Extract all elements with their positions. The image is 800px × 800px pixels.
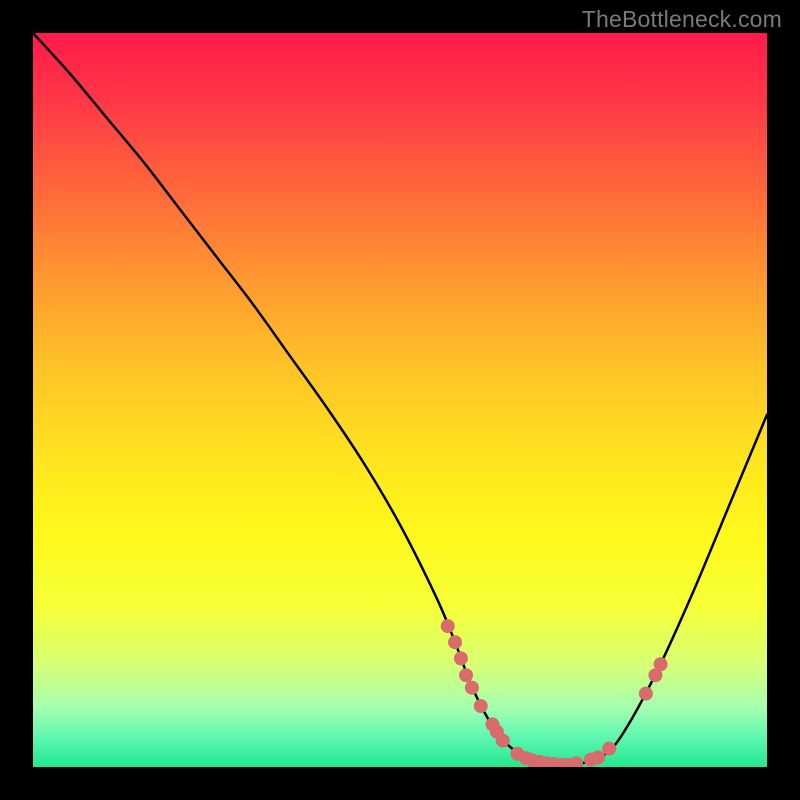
data-point bbox=[474, 699, 488, 713]
data-point bbox=[569, 756, 583, 767]
data-point bbox=[465, 681, 479, 695]
watermark-text: TheBottleneck.com bbox=[582, 6, 782, 33]
data-point bbox=[496, 734, 510, 748]
data-point bbox=[441, 619, 455, 633]
bottleneck-curve bbox=[33, 33, 767, 765]
data-point bbox=[654, 657, 668, 671]
chart-svg bbox=[33, 33, 767, 767]
data-point bbox=[602, 742, 616, 756]
data-point bbox=[459, 668, 473, 682]
data-point bbox=[639, 687, 653, 701]
data-point bbox=[454, 651, 468, 665]
data-point bbox=[591, 750, 605, 764]
data-point bbox=[448, 635, 462, 649]
data-points-group bbox=[441, 619, 668, 767]
chart-container: TheBottleneck.com bbox=[0, 0, 800, 800]
plot-area bbox=[33, 33, 767, 767]
